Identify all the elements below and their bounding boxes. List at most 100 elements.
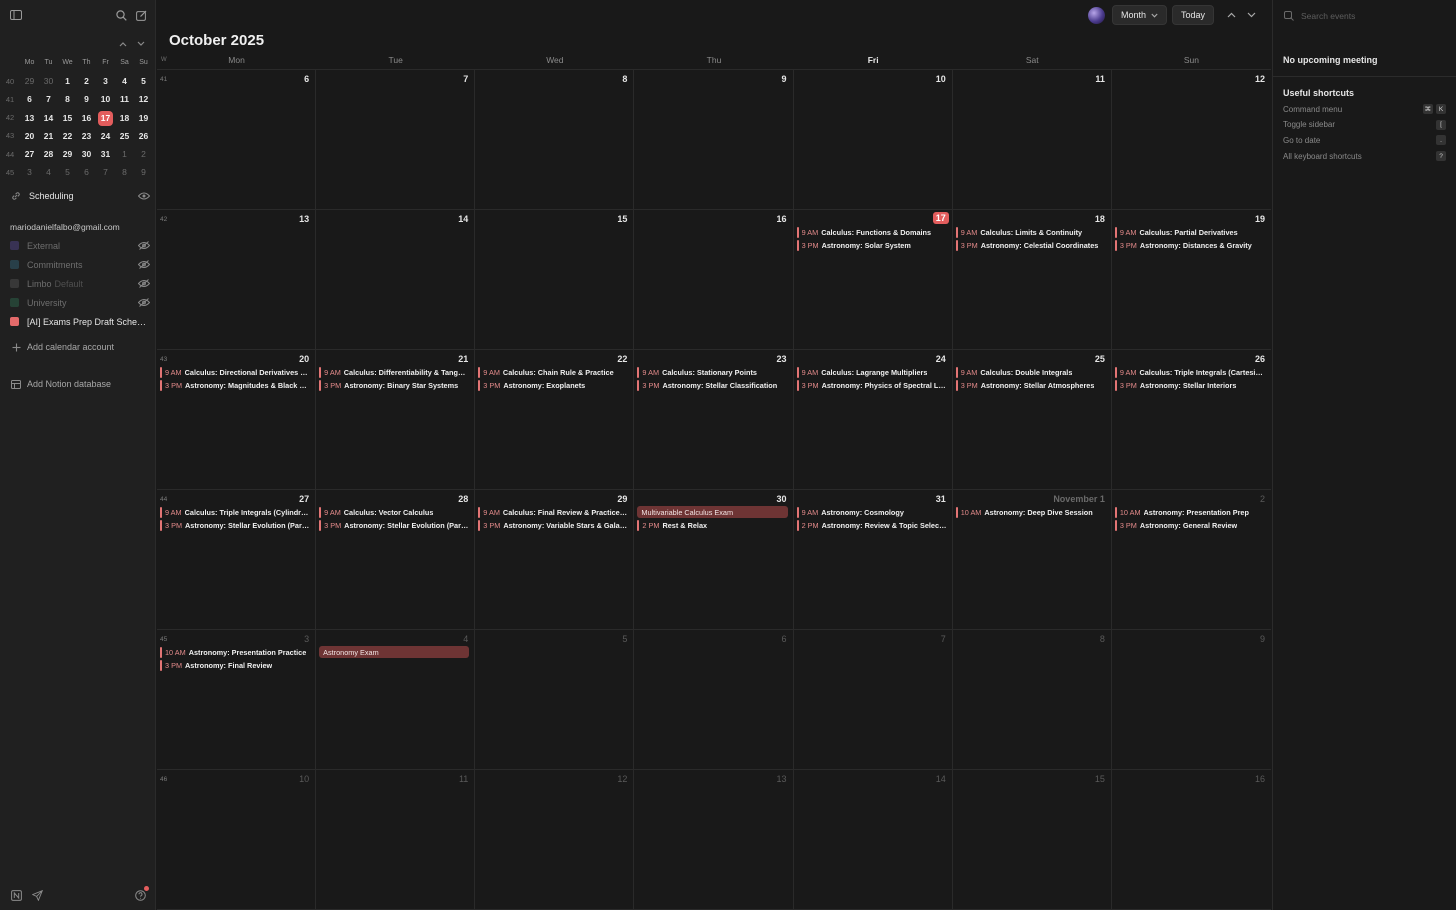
avatar[interactable] (1087, 6, 1105, 24)
mini-cal-day[interactable]: 31 (96, 146, 115, 162)
calendar-event[interactable]: 3 PM Astronomy: Stellar Evolution (Part 1… (160, 520, 310, 532)
day-cell[interactable]: 45 3 10 AM Astronomy: Presentation Practice… (157, 630, 317, 770)
calendar-item[interactable]: University (10, 293, 150, 312)
day-cell[interactable]: 4 Astronomy Exam (316, 630, 476, 770)
calendar-event[interactable]: 3 PM Astronomy: Variable Stars & Galaxies (478, 520, 628, 532)
mini-cal-day[interactable]: 8 (115, 164, 134, 180)
mini-cal-day[interactable]: 20 (20, 128, 39, 144)
mini-cal-day[interactable]: 10 (96, 91, 115, 107)
day-cell[interactable]: 12 (1111, 70, 1271, 210)
day-cell[interactable]: 21 9 AM Calculus: Differentiability & Tang… (316, 350, 476, 490)
mini-cal-day[interactable]: 23 (77, 128, 96, 144)
view-selector-button[interactable]: Month (1111, 5, 1167, 25)
day-cell[interactable]: 24 9 AM Calculus: Lagrange Multipliers 3 PM… (793, 350, 953, 490)
day-cell[interactable]: 11 (952, 70, 1112, 210)
day-cell[interactable]: 13 (634, 770, 794, 910)
calendar-event[interactable]: 10 AM Astronomy: Presentation Practice (160, 646, 310, 658)
scheduling-row[interactable]: Scheduling (10, 188, 150, 204)
day-cell[interactable]: 7 (793, 630, 953, 770)
day-cell[interactable]: 22 9 AM Calculus: Chain Rule & Practice 3 P… (475, 350, 635, 490)
send-icon[interactable] (30, 888, 44, 902)
mini-cal-day[interactable]: 24 (96, 128, 115, 144)
day-cell[interactable]: 46 10 (157, 770, 317, 910)
calendar-event[interactable]: 10 AM Astronomy: Deep Dive Session (955, 506, 1106, 518)
calendar-event[interactable]: 3 PM Astronomy: Stellar Classification (637, 380, 787, 392)
mini-cal-day[interactable]: 7 (39, 91, 58, 107)
mini-cal-day[interactable]: 13 (20, 110, 39, 126)
calendar-event[interactable]: 9 AM Astronomy: Cosmology (796, 506, 947, 518)
day-cell[interactable]: 31 9 AM Astronomy: Cosmology 2 PM Astronomy:… (793, 490, 953, 630)
eye-icon[interactable] (138, 191, 150, 201)
mini-cal-day[interactable]: 1 (115, 146, 134, 162)
add-notion-database-button[interactable]: Add Notion database (10, 376, 111, 392)
calendar-event[interactable]: 9 AM Calculus: Directional Derivatives & … (160, 366, 310, 378)
mini-cal-day[interactable]: 2 (77, 73, 96, 89)
mini-cal-today[interactable]: 17 (96, 110, 115, 126)
day-cell[interactable]: 25 9 AM Calculus: Double Integrals 3 PM Astr… (952, 350, 1112, 490)
calendar-event[interactable]: 9 AM Calculus: Chain Rule & Practice (478, 366, 628, 378)
calendar-event[interactable]: 3 PM Astronomy: Stellar Interiors (1114, 380, 1266, 392)
mini-cal-day[interactable]: 27 (20, 146, 39, 162)
calendar-event[interactable]: 3 PM Astronomy: Magnitudes & Black Bodies (160, 380, 310, 392)
calendar-color-swatch[interactable] (10, 317, 19, 326)
mini-cal-day[interactable]: 16 (77, 110, 96, 126)
calendar-item[interactable]: [AI] Exams Prep Draft Schedule (10, 312, 150, 331)
eye-off-icon[interactable] (138, 260, 150, 270)
day-cell[interactable]: 2 10 AM Astronomy: Presentation Prep 3 PM As… (1111, 490, 1271, 630)
calendar-event[interactable]: 9 AM Calculus: Stationary Points (637, 366, 787, 378)
eye-off-icon[interactable] (138, 241, 150, 251)
day-cell[interactable]: 7 (316, 70, 476, 210)
mini-cal-day[interactable]: 6 (20, 91, 39, 107)
day-cell[interactable]: 19 9 AM Calculus: Partial Derivatives 3 PM A… (1111, 210, 1271, 350)
calendar-event[interactable]: 10 AM Astronomy: Presentation Prep (1114, 506, 1266, 518)
calendar-event[interactable]: 3 PM Astronomy: Stellar Evolution (Part 2… (319, 520, 469, 532)
calendar-event[interactable]: 3 PM Astronomy: Exoplanets (478, 380, 628, 392)
calendar-event[interactable]: 9 AM Calculus: Triple Integrals (Cylindri… (160, 506, 310, 518)
calendar-item[interactable]: Limbo Default (10, 274, 150, 293)
day-cell[interactable]: 15 (475, 210, 635, 350)
calendar-event[interactable]: 2 PM Rest & Relax (637, 520, 787, 532)
search-events-input[interactable] (1301, 11, 1441, 21)
mini-cal-day[interactable]: 5 (58, 164, 77, 180)
day-cell[interactable]: 44 27 9 AM Calculus: Triple Integrals (Cyli… (157, 490, 317, 630)
calendar-color-swatch[interactable] (10, 241, 19, 250)
mini-cal-day[interactable]: 22 (58, 128, 77, 144)
toggle-sidebar-icon[interactable] (8, 7, 24, 23)
day-cell[interactable]: 17 9 AM Calculus: Functions & Domains 3 PM A… (793, 210, 953, 350)
compose-icon[interactable] (133, 7, 149, 23)
day-cell[interactable]: 30 Multivariable Calculus Exam 2 PM Rest & … (634, 490, 794, 630)
mini-cal-day[interactable]: 11 (115, 91, 134, 107)
day-cell[interactable]: 16 (634, 210, 794, 350)
day-cell[interactable]: 16 (1111, 770, 1271, 910)
calendar-event[interactable]: 9 AM Calculus: Triple Integrals (Cartesia… (1114, 366, 1266, 378)
mini-cal-day[interactable]: 21 (39, 128, 58, 144)
calendar-item[interactable]: Commitments (10, 255, 150, 274)
mini-cal-day[interactable]: 8 (58, 91, 77, 107)
calendar-item[interactable]: External (10, 236, 150, 255)
day-cell[interactable]: November 1 10 AM Astronomy: Deep Dive Sess… (952, 490, 1112, 630)
calendar-event[interactable]: 9 AM Calculus: Double Integrals (955, 366, 1106, 378)
mini-cal-day[interactable]: 9 (134, 164, 153, 180)
calendar-event[interactable]: 9 AM Calculus: Differentiability & Tangen… (319, 366, 469, 378)
mini-cal-day[interactable]: 29 (20, 73, 39, 89)
day-cell[interactable]: 26 9 AM Calculus: Triple Integrals (Cartes… (1111, 350, 1271, 490)
day-cell[interactable]: 18 9 AM Calculus: Limits & Continuity 3 PM A… (952, 210, 1112, 350)
mini-cal-day[interactable]: 30 (77, 146, 96, 162)
day-cell[interactable]: 14 (316, 210, 476, 350)
day-cell[interactable]: 15 (952, 770, 1112, 910)
mini-cal-day[interactable]: 28 (39, 146, 58, 162)
mini-cal-day[interactable]: 4 (115, 73, 134, 89)
mini-cal-day[interactable]: 6 (77, 164, 96, 180)
all-day-event[interactable]: Multivariable Calculus Exam (637, 506, 788, 518)
mini-cal-day[interactable]: 29 (58, 146, 77, 162)
calendar-event[interactable]: 9 AM Calculus: Partial Derivatives (1114, 226, 1266, 238)
mini-cal-day[interactable]: 7 (96, 164, 115, 180)
calendar-event[interactable]: 3 PM Astronomy: Distances & Gravity (1114, 240, 1266, 252)
mini-cal-day[interactable]: 30 (39, 73, 58, 89)
day-cell[interactable]: 9 (634, 70, 794, 210)
mini-cal-day[interactable]: 19 (134, 110, 153, 126)
day-cell[interactable]: 11 (316, 770, 476, 910)
next-month-icon[interactable] (1243, 7, 1259, 23)
eye-off-icon[interactable] (138, 298, 150, 308)
day-cell[interactable]: 8 (952, 630, 1112, 770)
